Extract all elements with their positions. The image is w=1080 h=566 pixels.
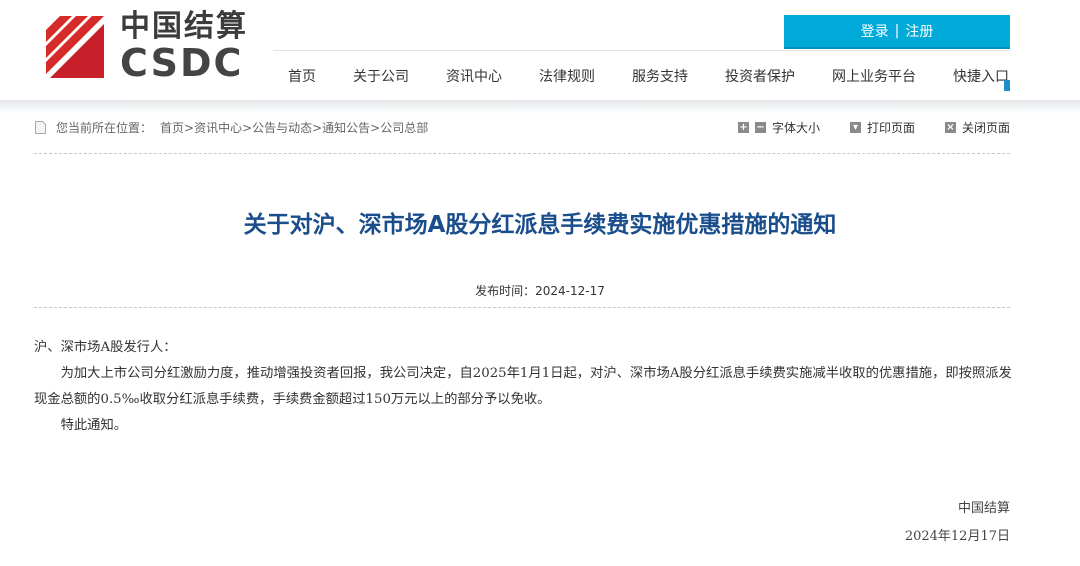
nav-about[interactable]: 关于公司 — [353, 66, 409, 86]
csdc-logo[interactable]: 中国结算 CSDC — [46, 12, 248, 82]
font-decrease-icon[interactable]: − — [754, 122, 766, 133]
publish-date-value: 2024-12-17 — [535, 284, 605, 298]
nav-law[interactable]: 法律规则 — [539, 66, 595, 86]
print-icon[interactable]: ▾ — [849, 122, 861, 133]
page-tools: + − 字体大小 ▾ 打印页面 × 关闭页面 — [737, 119, 1010, 136]
publish-date-label: 发布时间： — [475, 284, 536, 298]
document-icon — [35, 121, 46, 134]
bookmark-icon — [1004, 80, 1010, 91]
site-header: 中国结算 CSDC 登录 | 注册 首页 关于公司 资讯中心 法律规则 服务支持… — [0, 0, 1080, 100]
header-shadow — [0, 100, 1080, 114]
main-nav: 首页 关于公司 资讯中心 法律规则 服务支持 投资者保护 网上业务平台 快捷入口 — [273, 66, 1013, 86]
nav-online[interactable]: 网上业务平台 — [832, 66, 916, 86]
close-icon[interactable]: × — [944, 122, 956, 133]
breadcrumb: 您当前所在位置： 首页>资讯中心>公告与动态>通知公告>公司总部 — [35, 119, 428, 136]
logo-en-text: CSDC — [120, 41, 244, 85]
nav-home[interactable]: 首页 — [288, 66, 316, 86]
print-button[interactable]: 打印页面 — [867, 119, 915, 136]
login-link[interactable]: 登录 — [861, 21, 889, 41]
register-link[interactable]: 注册 — [905, 21, 933, 41]
publish-date: 发布时间：2024-12-17 — [0, 282, 1080, 299]
breadcrumb-path[interactable]: 首页>资讯中心>公告与动态>通知公告>公司总部 — [160, 119, 428, 136]
nav-divider — [273, 50, 1010, 51]
nav-service[interactable]: 服务支持 — [632, 66, 688, 86]
font-size-label[interactable]: 字体大小 — [772, 119, 820, 136]
separator: | — [894, 23, 900, 39]
signature: 中国结算 — [957, 501, 1010, 516]
logo-mark-icon — [46, 16, 104, 78]
closing: 特此通知。 — [60, 418, 128, 433]
divider — [34, 153, 1010, 154]
font-increase-icon[interactable]: + — [737, 122, 749, 133]
article-title: 关于对沪、深市场A股分红派息手续费实施优惠措施的通知 — [243, 212, 837, 238]
salutation: 沪、深市场A股发行人： — [34, 340, 177, 355]
article-paragraph: 为加大上市公司分红激励力度，推动增强投资者回报，我公司决定，自2025年1月1日… — [34, 366, 1012, 407]
divider — [34, 307, 1010, 308]
close-page-button[interactable]: 关闭页面 — [962, 119, 1010, 136]
breadcrumb-label: 您当前所在位置： — [56, 121, 153, 135]
login-register-bar: 登录 | 注册 — [784, 15, 1010, 49]
nav-investor[interactable]: 投资者保护 — [725, 66, 795, 86]
logo-cn-text: 中国结算 — [120, 9, 248, 44]
article-body: 沪、深市场A股发行人： 为加大上市公司分红激励力度，推动增强投资者回报，我公司决… — [34, 335, 1012, 439]
sign-date: 2024年12月17日 — [904, 529, 1010, 544]
nav-news[interactable]: 资讯中心 — [446, 66, 502, 86]
nav-quick[interactable]: 快捷入口 — [953, 66, 1009, 86]
